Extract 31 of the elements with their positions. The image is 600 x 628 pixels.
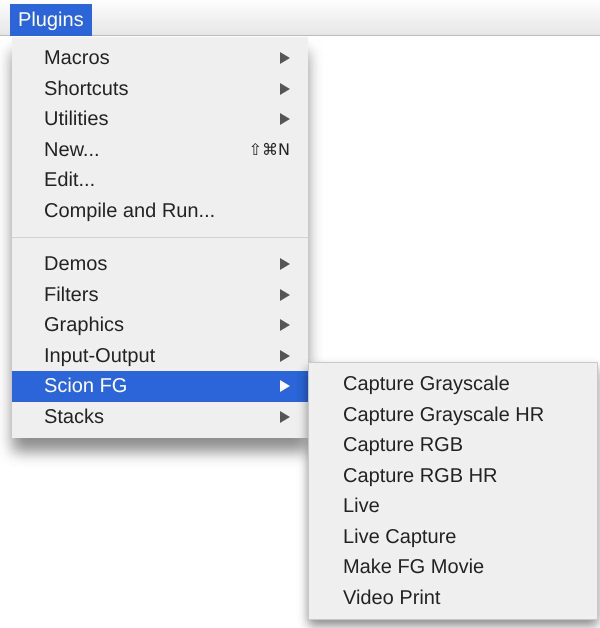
menu-item[interactable]: Stacks <box>12 402 308 432</box>
menu-item[interactable]: Input-Output <box>12 340 308 371</box>
menu-item[interactable]: Filters <box>12 280 308 310</box>
submenu-arrow-icon <box>280 82 290 95</box>
submenu-arrow-icon <box>280 380 290 392</box>
submenu-arrow-icon <box>280 113 290 126</box>
menu-item[interactable]: Live <box>309 491 597 522</box>
menu-item[interactable]: Utilities <box>12 104 308 134</box>
submenu-arrow-icon <box>280 350 290 362</box>
menu-item[interactable]: Make FG Movie <box>309 552 597 582</box>
menu-item[interactable]: New... ⇧⌘N <box>12 134 308 165</box>
submenu-arrow-icon <box>280 288 290 301</box>
menu-item[interactable]: Video Print <box>309 582 597 613</box>
submenu-arrow-icon <box>280 258 290 270</box>
menu-item[interactable]: Scion FG <box>12 371 308 402</box>
menu-item[interactable]: Edit... <box>12 165 308 196</box>
submenu-arrow-icon <box>280 319 290 332</box>
menu-item[interactable]: Live Capture <box>309 522 597 552</box>
menu-item[interactable]: Graphics <box>12 310 308 340</box>
shortcut-label: ⇧⌘N <box>248 138 290 161</box>
menu-item[interactable]: Macros <box>12 43 308 74</box>
menu-title[interactable]: Plugins <box>10 4 92 36</box>
menu-item[interactable]: Capture RGB <box>309 430 597 460</box>
submenu-arrow-icon <box>280 410 290 423</box>
menu-item[interactable]: Demos <box>12 249 308 280</box>
submenu-arrow-icon <box>280 52 290 64</box>
menu-item[interactable]: Compile and Run... <box>12 196 308 226</box>
menu-item[interactable]: Capture Grayscale <box>309 369 597 400</box>
menu-item[interactable]: Capture RGB HR <box>309 460 597 491</box>
menu-item[interactable]: Shortcuts <box>12 74 308 104</box>
menu-item[interactable]: Capture Grayscale HR <box>309 400 597 430</box>
